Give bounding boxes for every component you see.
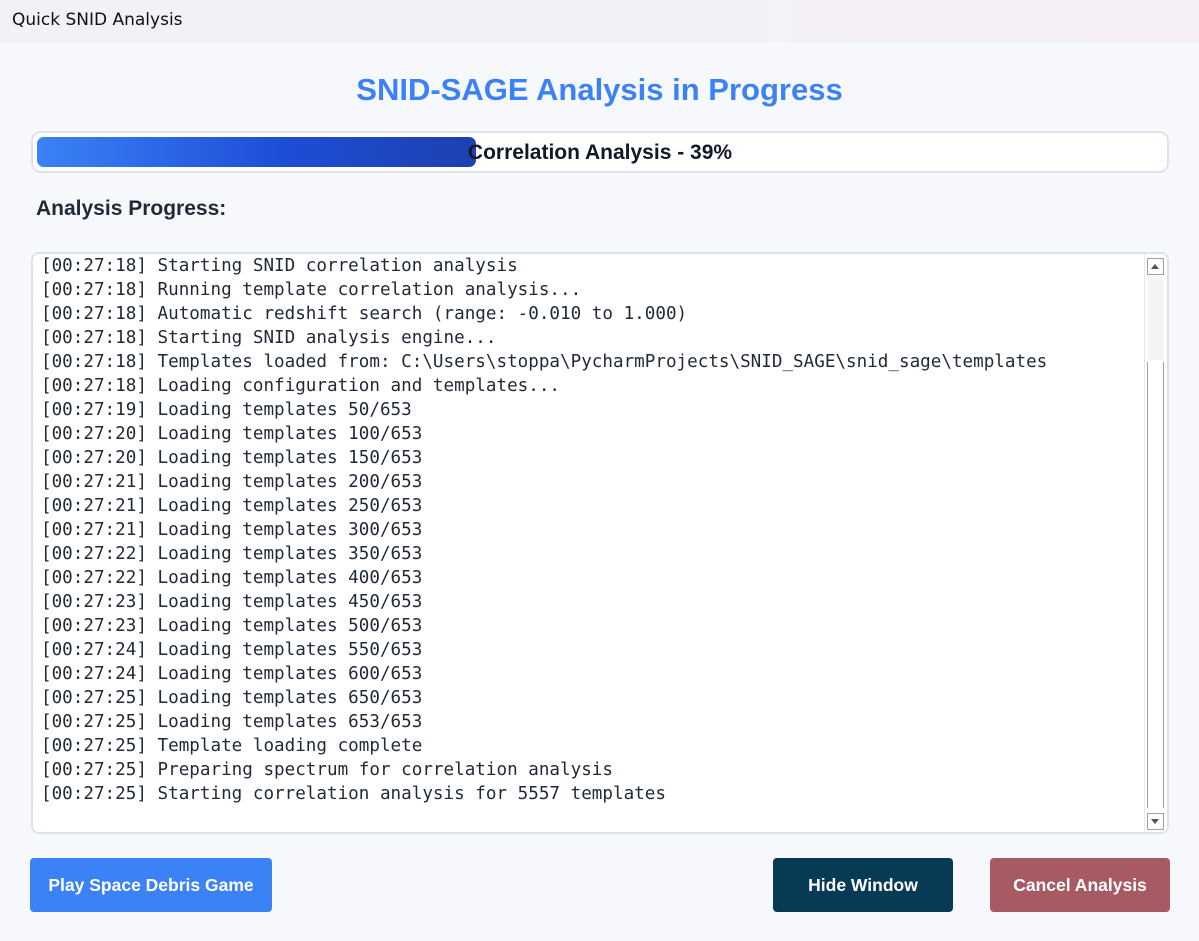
page-title: SNID-SAGE Analysis in Progress	[356, 72, 843, 107]
window-title: Quick SNID Analysis	[12, 10, 183, 30]
log-scrollbar[interactable]	[1144, 254, 1167, 832]
log-line: [00:27:18] Loading configuration and tem…	[41, 376, 561, 396]
log-line: [00:27:25] Loading templates 650/653	[41, 688, 423, 708]
log-line: [00:27:24] Loading templates 600/653	[41, 664, 423, 684]
log-line: [00:27:25] Loading templates 653/653	[41, 712, 423, 732]
log-line: [00:27:19] Loading templates 50/653	[41, 400, 412, 420]
log-line: [00:27:21] Loading templates 250/653	[41, 496, 423, 516]
log-line: [00:27:18] Automatic redshift search (ra…	[41, 304, 688, 324]
log-line: [00:27:25] Preparing spectrum for correl…	[41, 760, 613, 780]
log-line: [00:27:18] Starting SNID correlation ana…	[41, 256, 518, 276]
log-line: [00:27:21] Loading templates 300/653	[41, 520, 423, 540]
log-line: [00:27:25] Template loading complete	[41, 736, 423, 756]
log-line: [00:27:24] Loading templates 550/653	[41, 640, 423, 660]
log-line: [00:27:18] Starting SNID analysis engine…	[41, 328, 497, 348]
analysis-window: Quick SNID Analysis SNID-SAGE Analysis i…	[0, 0, 1199, 941]
log-line: [00:27:23] Loading templates 500/653	[41, 616, 423, 636]
log-line: [00:27:23] Loading templates 450/653	[41, 592, 423, 612]
log-line: [00:27:22] Loading templates 400/653	[41, 568, 423, 588]
scroll-thumb[interactable]	[1148, 276, 1163, 360]
progress-label: Correlation Analysis - 39%	[467, 141, 733, 164]
progress-bar: Correlation Analysis - 39%	[31, 131, 1169, 173]
arrow-up-icon	[1151, 264, 1159, 269]
log-line: [00:27:21] Loading templates 200/653	[41, 472, 423, 492]
log-line: [00:27:25] Starting correlation analysis…	[41, 784, 666, 804]
play-game-button[interactable]: Play Space Debris Game	[30, 858, 272, 912]
log-heading: Analysis Progress:	[36, 197, 227, 220]
log-line: [00:27:18] Running template correlation …	[41, 280, 582, 300]
scroll-down-button[interactable]	[1147, 813, 1164, 830]
scroll-track[interactable]	[1147, 362, 1164, 808]
scroll-up-button[interactable]	[1147, 258, 1164, 275]
title-bar[interactable]: Quick SNID Analysis	[0, 0, 1199, 42]
log-line: [00:27:18] Templates loaded from: C:\Use…	[41, 352, 1048, 372]
log-text: [00:27:18] Starting SNID correlation ana…	[41, 254, 1141, 806]
log-output[interactable]: [00:27:18] Starting SNID correlation ana…	[31, 252, 1169, 834]
log-line: [00:27:22] Loading templates 350/653	[41, 544, 423, 564]
arrow-down-icon	[1151, 819, 1159, 824]
log-line: [00:27:20] Loading templates 150/653	[41, 448, 423, 468]
log-line: [00:27:20] Loading templates 100/653	[41, 424, 423, 444]
hide-window-button[interactable]: Hide Window	[773, 858, 953, 912]
cancel-analysis-button[interactable]: Cancel Analysis	[990, 858, 1170, 912]
